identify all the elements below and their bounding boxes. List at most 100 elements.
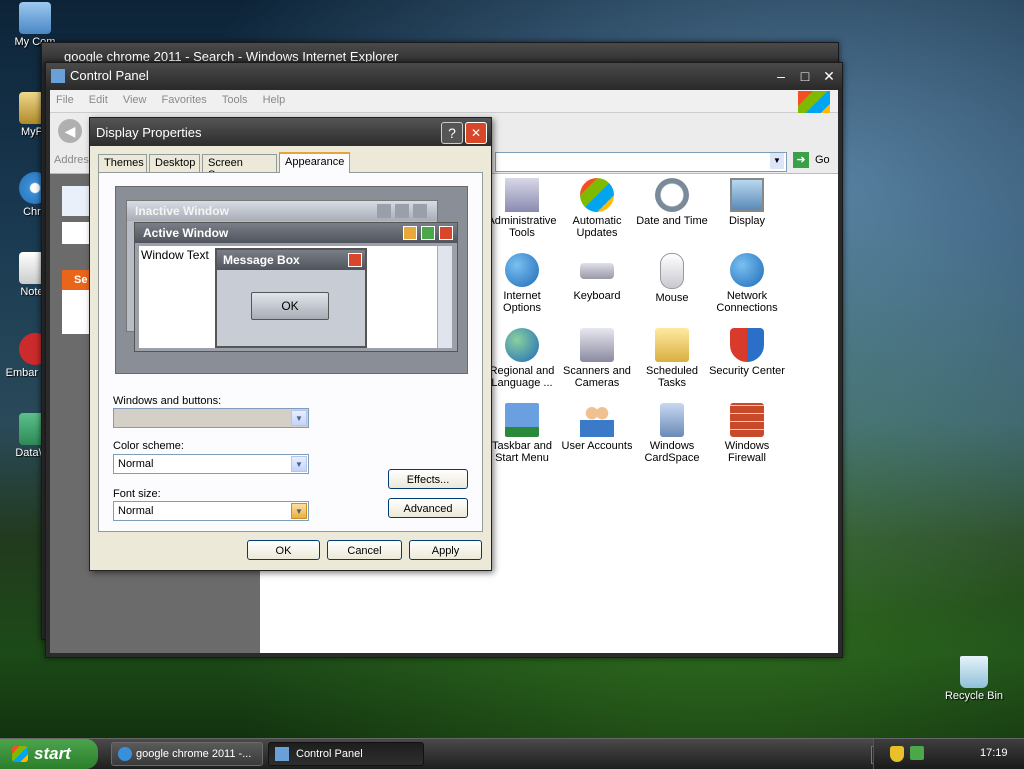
cancel-button[interactable]: Cancel (327, 540, 402, 560)
go-button[interactable]: Go (815, 154, 830, 166)
preview-inactive-title: Inactive Window (135, 204, 229, 218)
preview-window-text: Window Text (141, 248, 209, 262)
cp-item-windows-cardspace[interactable]: Windows CardSpace (634, 403, 710, 464)
start-button[interactable]: start (0, 739, 98, 769)
cp-item-internet-options[interactable]: Internet Options (484, 253, 560, 314)
clock[interactable]: 17:19 (980, 747, 1008, 759)
taskbar-item-ie[interactable]: google chrome 2011 -... (111, 742, 263, 766)
menu-view[interactable]: View (117, 90, 153, 110)
taskbar: start google chrome 2011 -... Control Pa… (0, 738, 1024, 769)
appearance-panel: Inactive Window Active Window Window Tex… (98, 172, 483, 532)
users-icon (580, 403, 614, 437)
cp-item-regional-and-language[interactable]: Regional and Language ... (484, 328, 560, 389)
menu-edit[interactable]: Edit (83, 90, 114, 110)
apply-button[interactable]: Apply (409, 540, 482, 560)
cp-item-keyboard[interactable]: Keyboard (559, 253, 635, 302)
windows-buttons-label: Windows and buttons: (113, 395, 222, 407)
preview-message-box: Message Box OK (215, 248, 367, 348)
ie-icon (118, 747, 132, 761)
cp-item-mouse[interactable]: Mouse (634, 253, 710, 304)
back-arrow-icon[interactable]: ◀ (58, 119, 82, 143)
cp-item-date-and-time[interactable]: Date and Time (634, 178, 710, 227)
switch-view-icon[interactable] (62, 186, 92, 216)
windows-buttons-select[interactable]: ▼ (113, 408, 309, 428)
tab-screen-saver[interactable]: Screen Saver (202, 154, 277, 181)
keyboard-icon (580, 263, 614, 279)
menu-file[interactable]: File (50, 90, 80, 110)
cp-item-network-connections[interactable]: Network Connections (709, 253, 785, 314)
monitor-icon (730, 178, 764, 212)
network-icon (730, 253, 764, 287)
color-scheme-select[interactable]: Normal ▼ (113, 454, 309, 474)
preview-ok-button: OK (251, 292, 329, 320)
ok-button[interactable]: OK (247, 540, 320, 560)
computer-icon (19, 2, 51, 34)
taskbar-icon (505, 403, 539, 437)
cp-item-taskbar-and-start-menu[interactable]: Taskbar and Start Menu (484, 403, 560, 464)
cp-item-display[interactable]: Display (709, 178, 785, 227)
font-size-select[interactable]: Normal ▼ (113, 501, 309, 521)
effects-button[interactable]: Effects... (388, 469, 468, 489)
menu-bar: File Edit View Favorites Tools Help (50, 90, 838, 119)
control-panel-icon (51, 69, 65, 83)
globe-icon (505, 328, 539, 362)
chevron-down-icon: ▼ (291, 503, 307, 519)
cardspace-icon (660, 403, 684, 437)
control-panel-titlebar[interactable]: Control Panel ‒ □ ✕ (46, 63, 842, 89)
help-button[interactable]: ? (441, 122, 463, 144)
clock-icon (655, 178, 689, 212)
preview-close-icon (413, 204, 427, 218)
globe-icon (505, 253, 539, 287)
network-tray-icon[interactable] (910, 746, 924, 760)
cp-item-user-accounts[interactable]: User Accounts (559, 403, 635, 452)
menu-favorites[interactable]: Favorites (156, 90, 213, 110)
advanced-button[interactable]: Advanced (388, 498, 468, 518)
windows-logo-icon (12, 746, 28, 762)
dialog-title: Display Properties (96, 125, 202, 140)
close-button[interactable]: ✕ (820, 68, 838, 84)
preview-scrollbar (437, 246, 452, 348)
cp-item-scheduled-tasks[interactable]: Scheduled Tasks (634, 328, 710, 389)
cp-item-administrative-tools[interactable]: Administrative Tools (484, 178, 560, 239)
start-label: start (34, 744, 71, 763)
tab-themes[interactable]: Themes (98, 154, 147, 172)
appearance-preview: Inactive Window Active Window Window Tex… (115, 186, 468, 374)
color-scheme-label: Color scheme: (113, 440, 184, 452)
recycle-bin-icon (960, 656, 988, 688)
cp-item-windows-firewall[interactable]: Windows Firewall (709, 403, 785, 464)
font-size-label: Font size: (113, 488, 161, 500)
chevron-down-icon: ▼ (291, 456, 307, 472)
dialog-titlebar[interactable]: Display Properties ? ✕ (90, 118, 491, 146)
go-arrow-icon[interactable]: ➜ (793, 152, 809, 168)
security-shield-icon[interactable] (890, 746, 904, 762)
preview-minimize-icon (403, 226, 417, 240)
mouse-icon (660, 253, 684, 289)
preview-minimize-icon (377, 204, 391, 218)
address-label: Addres (54, 154, 89, 166)
shield-icon (730, 328, 764, 362)
display-properties-dialog[interactable]: Display Properties ? ✕ Themes Desktop Sc… (89, 117, 492, 571)
cp-item-scanners-and-cameras[interactable]: Scanners and Cameras (559, 328, 635, 389)
cp-item-security-center[interactable]: Security Center (709, 328, 785, 377)
windows-logo-icon (580, 178, 614, 212)
maximize-button[interactable]: □ (796, 68, 814, 84)
tab-appearance[interactable]: Appearance (279, 152, 350, 173)
preview-close-icon (348, 253, 362, 267)
menu-tools[interactable]: Tools (216, 90, 254, 110)
cp-item-automatic-updates[interactable]: Automatic Updates (559, 178, 635, 239)
admin-tools-icon (505, 178, 539, 212)
system-tray: 17:19 (873, 739, 1024, 769)
address-dropdown-icon[interactable]: ▼ (770, 153, 784, 169)
minimize-button[interactable]: ‒ (772, 68, 790, 84)
preview-close-icon (439, 226, 453, 240)
dialog-close-button[interactable]: ✕ (465, 122, 487, 144)
preview-maximize-icon (395, 204, 409, 218)
desktop-icon-recycle-bin[interactable]: Recycle Bin (939, 656, 1009, 702)
menu-help[interactable]: Help (257, 90, 292, 110)
tab-desktop[interactable]: Desktop (149, 154, 200, 172)
preview-active-title: Active Window (143, 226, 229, 240)
control-panel-icon (275, 747, 289, 761)
taskbar-item-control-panel[interactable]: Control Panel (268, 742, 424, 766)
control-panel-title: Control Panel (70, 68, 149, 83)
address-input[interactable] (495, 152, 787, 172)
